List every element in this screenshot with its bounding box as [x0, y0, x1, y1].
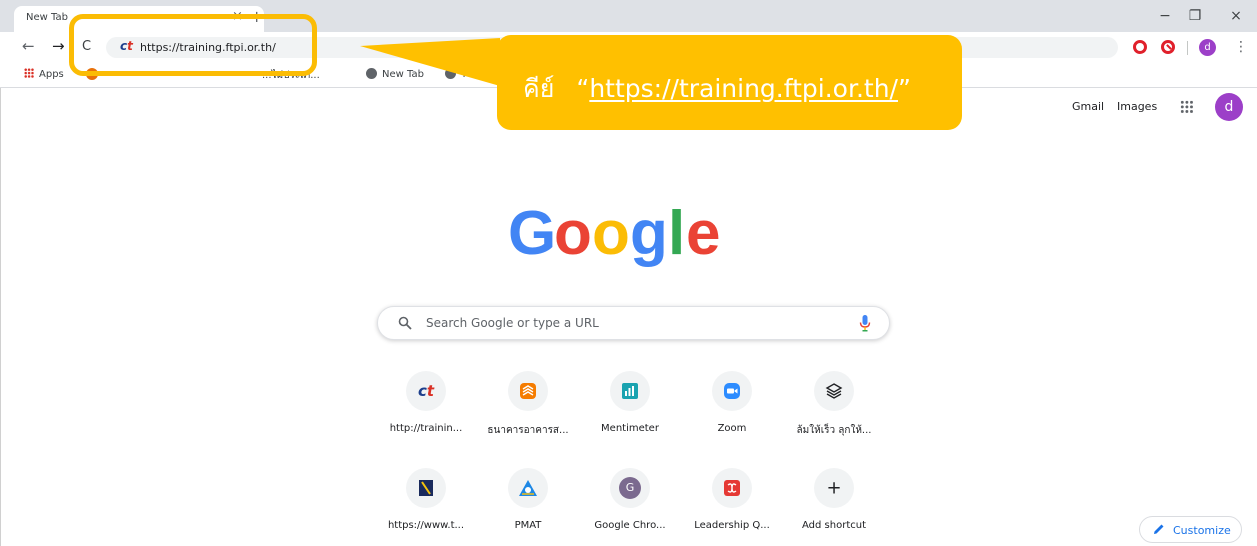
add-shortcut-tile[interactable]: + Add shortcut	[783, 468, 885, 546]
ftpi-logo-icon: ct	[417, 382, 435, 400]
svg-text:o: o	[554, 199, 592, 268]
shortcut-icon-holder	[610, 371, 650, 411]
close-window-button[interactable]: ×	[1226, 8, 1246, 24]
callout-pointer	[360, 38, 500, 86]
tab-title: New Tab	[26, 12, 68, 23]
shortcut-label: https://www.t...	[387, 520, 465, 531]
svg-text:o: o	[592, 199, 630, 268]
bookmark-label: Apps	[39, 69, 64, 80]
shortcut-tile[interactable]: PMAT	[477, 468, 579, 546]
svg-text:g: g	[630, 199, 668, 268]
callout-quote-open: “	[576, 74, 590, 103]
shortcut-label: Leadership Q...	[694, 520, 770, 531]
apps-grid-icon	[24, 68, 34, 78]
shortcut-label: ธนาคารอาคารส...	[487, 425, 569, 436]
leadership-icon	[724, 480, 740, 496]
shortcut-tile[interactable]: Zoom	[681, 371, 783, 451]
shortcut-tile[interactable]: ล้มให้เร็ว ลุกให้...	[783, 371, 885, 451]
google-logo: G o o g l e	[508, 199, 720, 268]
shortcut-label: Zoom	[717, 423, 747, 434]
shortcut-tile[interactable]: ธนาคารอาคารส...	[477, 371, 579, 451]
shortcut-icon-holder	[406, 468, 446, 508]
svg-text:G: G	[508, 199, 556, 268]
blocker-extension-icon[interactable]	[1161, 40, 1175, 54]
shortcut-icon-holder	[712, 371, 752, 411]
shortcut-label: Google Chro...	[594, 520, 666, 531]
shortcut-icon-holder: +	[814, 468, 854, 508]
shortcut-label: PMAT	[514, 520, 542, 531]
shortcut-tile[interactable]: Leadership Q...	[681, 468, 783, 546]
shortcut-tile[interactable]: https://www.t...	[375, 468, 477, 546]
shortcut-label: http://trainin...	[389, 423, 463, 434]
opera-extension-icon[interactable]	[1133, 40, 1147, 54]
svg-text:l: l	[668, 199, 685, 268]
minimize-button[interactable]: −	[1155, 8, 1175, 24]
search-input[interactable]: Search Google or type a URL	[426, 316, 599, 330]
zoom-icon	[724, 383, 740, 399]
shortcut-tile[interactable]: ct http://trainin...	[375, 371, 477, 451]
search-icon	[398, 316, 412, 330]
google-apps-icon[interactable]	[1180, 100, 1194, 114]
restore-button[interactable]: ❐	[1185, 8, 1205, 24]
gmail-link[interactable]: Gmail	[1072, 100, 1104, 113]
images-link[interactable]: Images	[1117, 100, 1157, 113]
callout-text: คีย์ “https://training.ftpi.or.th/”	[523, 69, 911, 109]
shortcut-tile[interactable]: G Google Chro...	[579, 468, 681, 546]
pencil-icon	[1154, 524, 1164, 534]
customize-label: Customize	[1173, 524, 1231, 537]
callout-url: https://training.ftpi.or.th/	[589, 74, 898, 103]
address-bar-highlight	[69, 14, 317, 76]
shortcut-icon-holder	[508, 468, 548, 508]
chrome-menu-icon[interactable]: ⋮	[1234, 39, 1248, 55]
shortcut-label: Mentimeter	[601, 423, 659, 434]
callout-prefix: คีย์	[523, 74, 555, 103]
shortcut-icon-holder	[712, 468, 752, 508]
shortcut-icon-holder	[814, 371, 854, 411]
layers-icon	[825, 383, 843, 399]
mentimeter-icon	[622, 383, 638, 399]
toolbar-divider	[1187, 41, 1188, 55]
bank-logo-icon	[520, 383, 536, 399]
shortcut-label: ล้มให้เร็ว ลุกให้...	[796, 425, 872, 436]
shortcut-icon-holder: ct	[406, 371, 446, 411]
forward-button[interactable]: →	[52, 37, 65, 55]
svg-text:e: e	[686, 199, 720, 268]
search-box[interactable]: Search Google or type a URL	[377, 306, 890, 340]
instruction-callout: คีย์ “https://training.ftpi.or.th/”	[497, 35, 962, 130]
bookmark-apps[interactable]: Apps	[24, 68, 64, 80]
book-icon	[419, 480, 433, 496]
account-avatar[interactable]: d	[1215, 93, 1243, 121]
shortcut-label: Add shortcut	[802, 520, 866, 531]
profile-avatar[interactable]: d	[1199, 39, 1216, 56]
microphone-icon[interactable]	[859, 315, 871, 332]
plus-icon: +	[826, 477, 842, 499]
callout-quote-close: ”	[897, 74, 911, 103]
shortcut-icon-holder	[508, 371, 548, 411]
g-letter-icon: G	[619, 477, 641, 499]
customize-button[interactable]: Customize	[1139, 516, 1242, 543]
back-button[interactable]: ←	[22, 37, 35, 55]
shortcut-icon-holder: G	[610, 468, 650, 508]
shortcut-tile[interactable]: Mentimeter	[579, 371, 681, 451]
pmat-logo-icon	[519, 480, 537, 496]
